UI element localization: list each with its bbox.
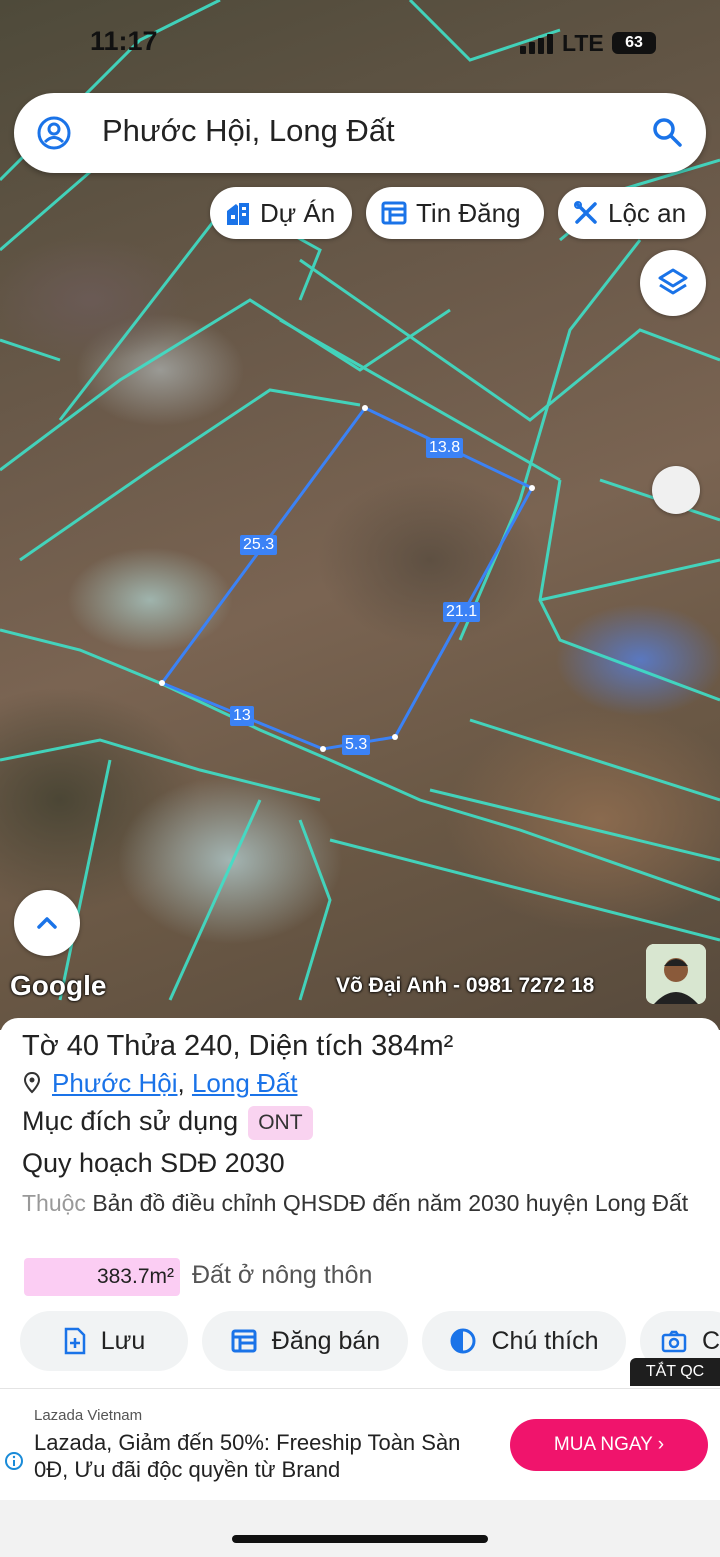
- edge-length-label: 25.3: [240, 535, 278, 555]
- clock: 11:17: [90, 26, 158, 56]
- tools-icon: [574, 201, 597, 224]
- chip-loc-an[interactable]: Lộc an: [558, 187, 706, 239]
- chip-du-an[interactable]: Dự Án: [210, 187, 352, 239]
- post-sale-button[interactable]: Đăng bán: [202, 1311, 408, 1371]
- signal-icon: [520, 34, 556, 54]
- lot-number: 240: [184, 1030, 233, 1062]
- land-use-row: Mục đích sử dụng ONT: [22, 1106, 313, 1140]
- home-indicator[interactable]: [232, 1535, 488, 1543]
- location-pin-icon: [23, 1071, 41, 1094]
- status-bar: 11:17 LTE 63: [0, 0, 720, 80]
- legend-button[interactable]: Chú thích: [422, 1311, 626, 1371]
- title-text: Tờ: [22, 1030, 67, 1062]
- edge-length-label: 21.1: [443, 602, 481, 622]
- building-icon: [227, 203, 249, 225]
- chevron-up-icon: [37, 917, 57, 929]
- plan-source-text: Bản đồ điều chỉnh QHSDĐ đến năm 2030 huy…: [85, 1190, 689, 1216]
- parcel-title: Tờ 40 Thửa 240, Diện tích 384m²: [22, 1030, 453, 1063]
- chip-label: Tin Đăng: [416, 197, 521, 228]
- chip-label: Dự Án: [260, 197, 336, 228]
- hide-ads-button[interactable]: TẮT QC: [630, 1358, 720, 1386]
- search-bar[interactable]: Phước Hội, Long Đất: [14, 93, 706, 173]
- area-unit: m²: [419, 1030, 454, 1062]
- plan-area-badge: 383.7m²: [24, 1258, 180, 1296]
- network-type: LTE: [562, 30, 604, 56]
- button-label: Chú thích: [491, 1326, 599, 1355]
- ward-link[interactable]: Phước Hội: [52, 1068, 178, 1098]
- battery-icon: 63: [612, 32, 656, 54]
- ad-headline[interactable]: Lazada, Giảm đến 50%: Freeship Toàn Sàn …: [34, 1429, 494, 1483]
- map-handle[interactable]: [652, 466, 700, 514]
- layers-icon: [658, 268, 688, 295]
- camera-icon: [661, 1330, 687, 1353]
- edge-length-label: 13: [230, 706, 254, 726]
- watermark-contact: Võ Đại Anh - 0981 7272 18: [336, 974, 595, 997]
- button-label: Đăng bán: [271, 1326, 381, 1355]
- button-label: C: [702, 1326, 720, 1355]
- chevron-right-icon: ›: [657, 1434, 665, 1455]
- cta-label: MUA NGAY: [553, 1434, 653, 1455]
- button-label: Lưu: [100, 1326, 146, 1355]
- save-button[interactable]: Lưu: [20, 1311, 188, 1371]
- avatar[interactable]: [646, 944, 706, 1004]
- info-icon[interactable]: [4, 1451, 24, 1476]
- plan-source: Thuộc Bản đồ điều chỉnh QHSDĐ đến năm 20…: [22, 1186, 702, 1220]
- ad-cta-button[interactable]: MUA NGAY ›: [510, 1419, 708, 1471]
- parcel-outline: [159, 406, 535, 751]
- parcel-area: 384: [371, 1030, 420, 1062]
- chip-label: Lộc an: [608, 197, 687, 228]
- list-icon: [381, 201, 407, 225]
- search-input[interactable]: Phước Hội, Long Đất: [102, 113, 395, 149]
- user-icon[interactable]: [36, 115, 72, 156]
- google-logo: Google: [10, 970, 107, 1001]
- legend-icon: [450, 1328, 476, 1354]
- land-use-badge: ONT: [248, 1106, 313, 1140]
- edge-length-label: 5.3: [342, 735, 371, 755]
- post-icon: [231, 1329, 257, 1353]
- title-text: , Diện tích: [232, 1030, 372, 1062]
- chip-tin-dang[interactable]: Tin Đăng: [366, 187, 544, 239]
- bottom-safe-area: [0, 1500, 720, 1557]
- save-icon: [64, 1327, 85, 1355]
- plan-land-type: Đất ở nông thôn: [192, 1261, 373, 1289]
- separator: ,: [177, 1068, 185, 1098]
- plan-source-prefix: Thuộc: [22, 1190, 86, 1216]
- title-text: Thửa: [99, 1030, 185, 1062]
- parcel-location: Phước Hội, Long Đất: [22, 1068, 298, 1099]
- sheet-number: 40: [66, 1030, 100, 1062]
- ad-advertiser: Lazada Vietnam: [34, 1407, 143, 1424]
- district-link[interactable]: Long Đất: [192, 1068, 298, 1098]
- land-use-label: Mục đích sử dụng: [22, 1106, 239, 1137]
- plan-label: Quy hoạch SDĐ 2030: [22, 1148, 285, 1178]
- expand-button[interactable]: [14, 890, 80, 956]
- edge-length-label: 13.8: [426, 438, 464, 458]
- layers-button[interactable]: [640, 250, 706, 316]
- search-icon[interactable]: [650, 115, 684, 154]
- ad-banner[interactable]: Lazada Vietnam Lazada, Giảm đến 50%: Fre…: [0, 1388, 720, 1501]
